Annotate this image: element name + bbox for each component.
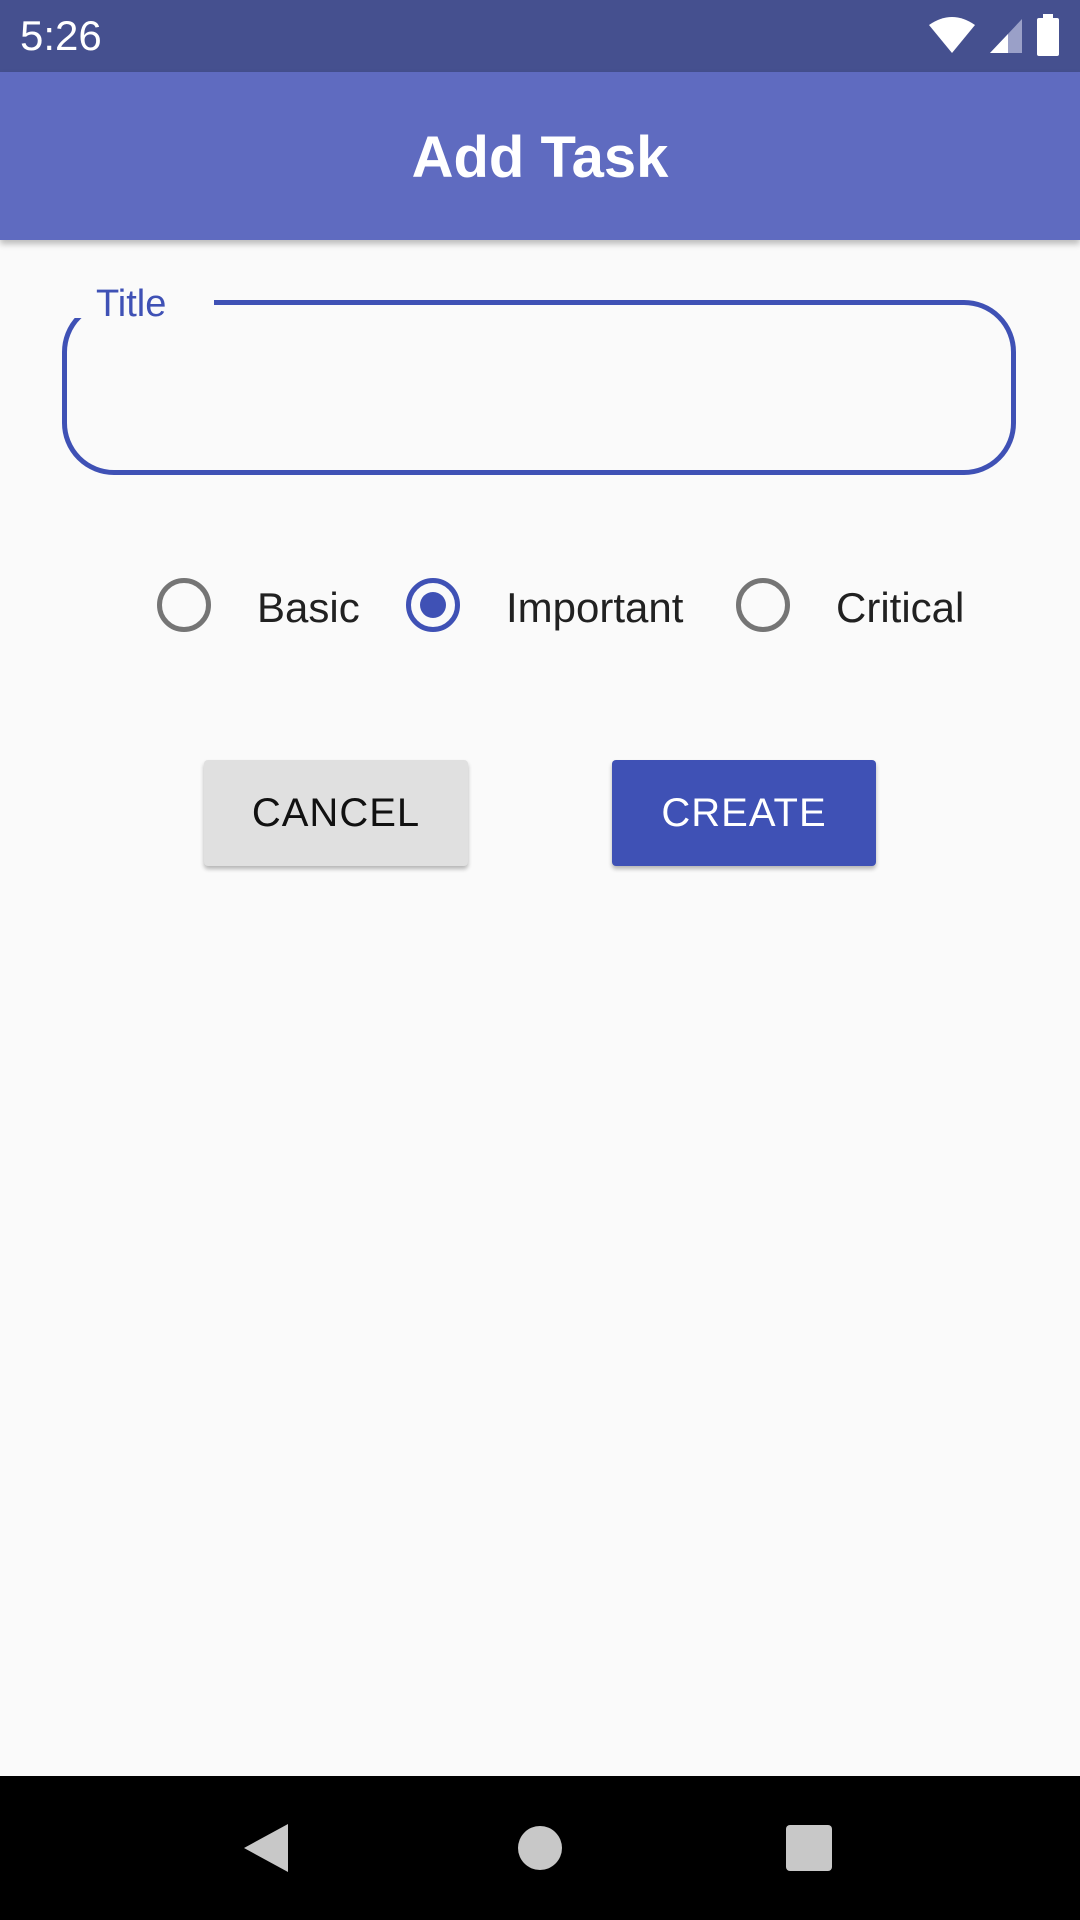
radio-label-basic[interactable]: Basic <box>257 584 360 632</box>
wifi-icon <box>928 15 976 60</box>
create-button[interactable]: CREATE <box>612 760 876 866</box>
title-field-label: Title <box>96 283 167 325</box>
radio-button-basic[interactable] <box>157 578 211 632</box>
radio-label-important[interactable]: Important <box>506 584 683 632</box>
home-icon[interactable] <box>518 1826 562 1870</box>
recents-icon[interactable] <box>786 1825 832 1871</box>
navigation-bar <box>0 1776 1080 1920</box>
title-input[interactable] <box>100 340 984 432</box>
cancel-button[interactable]: CANCEL <box>204 760 468 866</box>
battery-icon <box>1036 14 1060 61</box>
add-task-screen: 5:26 Add Task Title Basic Important Crit… <box>0 0 1080 1920</box>
status-bar: 5:26 <box>0 0 1080 72</box>
page-title: Add Task <box>411 125 669 190</box>
radio-button-critical[interactable] <box>736 578 790 632</box>
radio-button-important[interactable] <box>406 578 460 632</box>
status-icons <box>928 14 1060 61</box>
radio-label-critical[interactable]: Critical <box>836 584 964 632</box>
cell-signal-icon <box>988 15 1024 60</box>
back-icon[interactable] <box>244 1824 288 1877</box>
status-time: 5:26 <box>20 12 102 59</box>
app-bar: Add Task <box>0 72 1080 240</box>
